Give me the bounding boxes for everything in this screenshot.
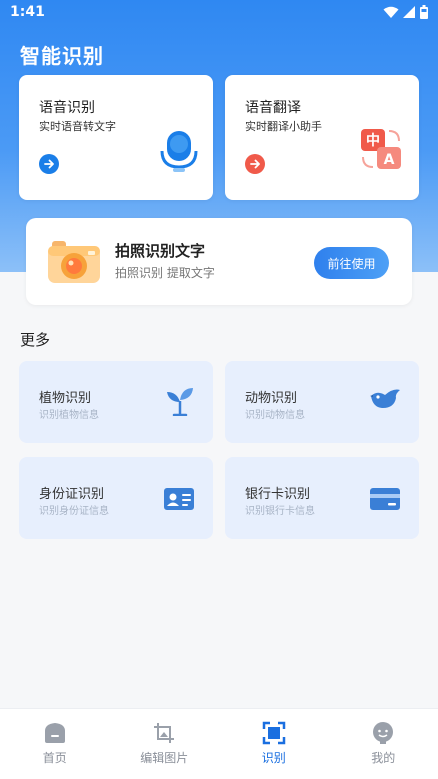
camera-icon xyxy=(48,241,100,283)
translate-glyph-a: A xyxy=(384,152,395,168)
home-icon xyxy=(44,723,65,743)
bird-icon xyxy=(370,389,400,408)
card-title: 语音识别 xyxy=(39,100,95,116)
card-subtitle: 实时语音转文字 xyxy=(39,120,116,133)
animal-recognition-tile[interactable]: 动物识别 识别动物信息 xyxy=(225,361,419,443)
arrow-right-icon xyxy=(250,159,260,169)
status-icons xyxy=(383,5,428,19)
arrow-right-button[interactable] xyxy=(39,154,59,174)
scan-icon xyxy=(262,721,285,745)
go-use-button[interactable]: 前往使用 xyxy=(314,247,389,279)
signal-icon xyxy=(403,5,415,18)
translate-icon: 中 A xyxy=(361,129,401,169)
wifi-icon xyxy=(383,6,399,18)
bottom-tab-bar: 首页 编辑图片 识别 我的 xyxy=(0,708,438,779)
tab-label: 编辑图片 xyxy=(140,751,189,765)
battery-icon xyxy=(420,5,428,19)
tile-title: 动物识别 xyxy=(245,391,298,406)
tab-label: 我的 xyxy=(371,751,396,765)
edit-image-icon xyxy=(154,723,175,743)
profile-icon xyxy=(373,722,394,744)
voice-recognition-card[interactable]: 语音识别 实时语音转文字 xyxy=(19,75,213,200)
status-time: 1:41 xyxy=(10,4,45,20)
more-section-title: 更多 xyxy=(20,331,51,349)
microphone-icon xyxy=(160,131,198,172)
tab-recognize[interactable]: 识别 xyxy=(219,709,329,779)
plant-icon xyxy=(167,388,193,416)
id-card-icon xyxy=(164,488,194,510)
plant-recognition-tile[interactable]: 植物识别 识别植物信息 xyxy=(19,361,213,443)
tile-subtitle: 识别银行卡信息 xyxy=(245,506,315,517)
bank-card-icon xyxy=(370,488,400,510)
tab-label: 识别 xyxy=(261,751,286,765)
arrow-right-icon xyxy=(44,159,54,169)
voice-translate-card[interactable]: 语音翻译 实时翻译小助手 中 A xyxy=(225,75,419,200)
photo-text-recognition-card[interactable]: 拍照识别文字 拍照识别 提取文字 前往使用 xyxy=(26,218,412,305)
arrow-right-button[interactable] xyxy=(245,154,265,174)
page-title: 智能识别 xyxy=(20,44,104,68)
tile-title: 银行卡识别 xyxy=(245,487,311,502)
tile-title: 身份证识别 xyxy=(39,487,105,502)
card-subtitle: 实时翻译小助手 xyxy=(245,120,322,133)
tab-edit-image[interactable]: 编辑图片 xyxy=(110,709,220,779)
photo-card-title: 拍照识别文字 xyxy=(115,242,206,260)
tab-home[interactable]: 首页 xyxy=(0,709,110,779)
translate-glyph-zh: 中 xyxy=(366,132,380,149)
tile-subtitle: 识别动物信息 xyxy=(245,410,305,421)
id-card-recognition-tile[interactable]: 身份证识别 识别身份证信息 xyxy=(19,457,213,539)
tab-label: 首页 xyxy=(42,751,67,765)
photo-card-subtitle: 拍照识别 提取文字 xyxy=(115,266,215,280)
tile-title: 植物识别 xyxy=(39,391,92,406)
tile-subtitle: 识别植物信息 xyxy=(39,410,99,421)
status-bar: 1:41 xyxy=(0,0,438,26)
bank-card-recognition-tile[interactable]: 银行卡识别 识别银行卡信息 xyxy=(225,457,419,539)
card-title: 语音翻译 xyxy=(245,100,301,116)
tab-profile[interactable]: 我的 xyxy=(329,709,438,779)
tile-subtitle: 识别身份证信息 xyxy=(39,506,109,517)
